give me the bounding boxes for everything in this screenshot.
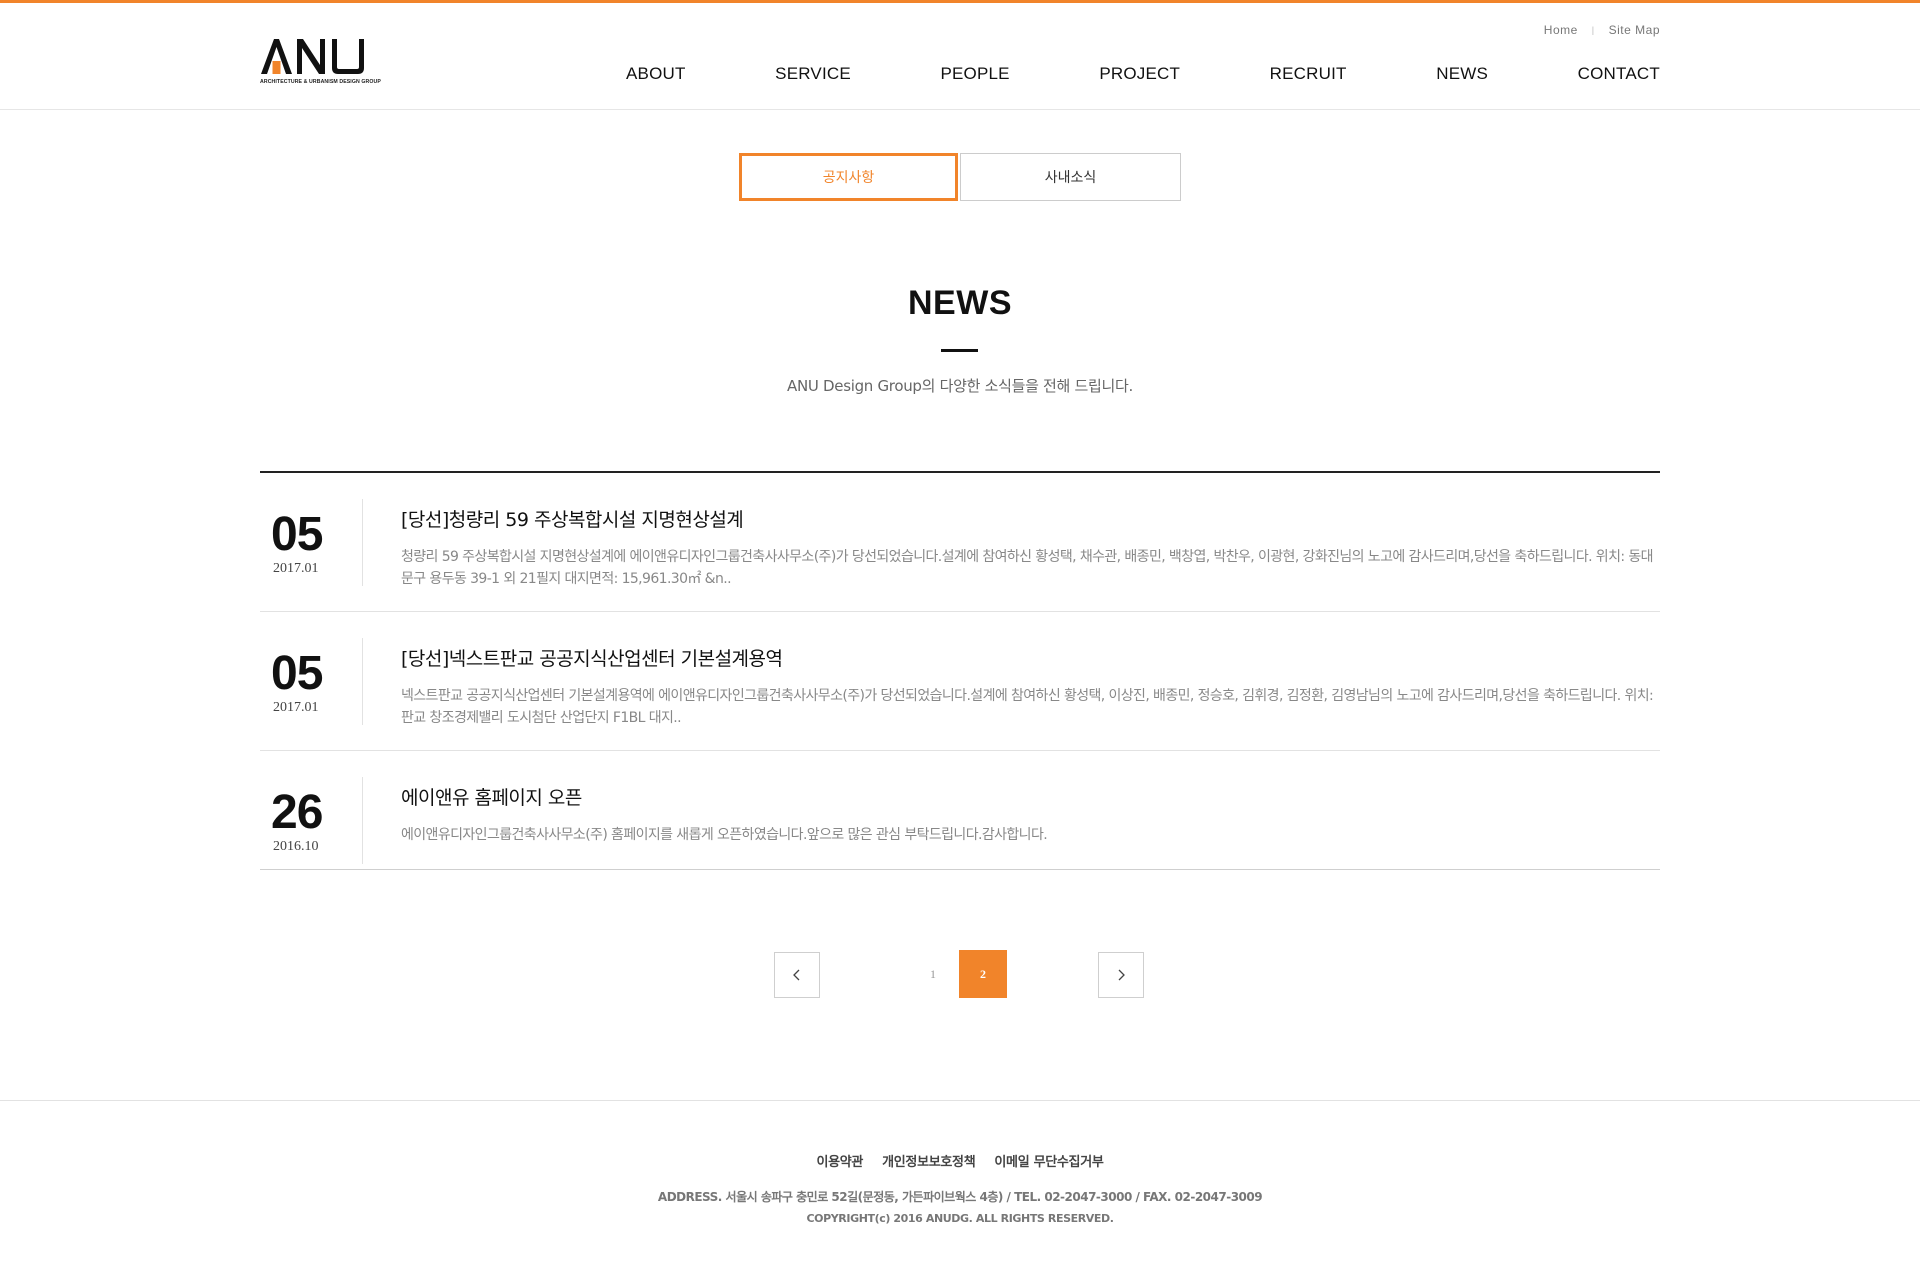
news-item[interactable]: 05 2017.01 [당선]넥스트판교 공공지식산업센터 기본설계용역 넥스트…	[260, 612, 1660, 751]
utility-links: Home | Site Map	[1544, 23, 1660, 37]
email-collection-refusal-link[interactable]: 이메일 무단수집거부	[994, 1151, 1103, 1170]
news-title[interactable]: [당선]청량리 59 주상복합시설 지명현상설계	[401, 505, 744, 532]
site-footer: 이용약관 개인정보보호정책 이메일 무단수집거부 ADDRESS. 서울시 송파…	[0, 1100, 1920, 1269]
news-date: 26 2016.10	[260, 777, 363, 864]
tab-notice[interactable]: 공지사항	[739, 153, 958, 201]
news-day: 05	[271, 647, 323, 700]
site-map-link[interactable]: Site Map	[1609, 23, 1660, 37]
chevron-right-icon	[1118, 969, 1125, 981]
news-date: 05 2017.01	[260, 638, 363, 725]
logo-subtitle: ARCHITECTURE & URBANISM DESIGN GROUP	[260, 79, 381, 85]
sub-tabs: 공지사항 사내소식	[739, 153, 1181, 201]
page-2-button[interactable]: 2	[959, 950, 1007, 998]
logo[interactable]: ARCHITECTURE & URBANISM DESIGN GROUP	[260, 37, 390, 87]
nav-item-service[interactable]: SERVICE	[775, 64, 851, 84]
utility-separator: |	[1591, 25, 1595, 35]
privacy-policy-link[interactable]: 개인정보보호정책	[882, 1151, 976, 1170]
nav-item-news[interactable]: NEWS	[1436, 64, 1488, 84]
news-year-month: 2017.01	[273, 700, 319, 715]
news-title[interactable]: 에이앤유 홈페이지 오픈	[401, 783, 582, 810]
chevron-left-icon	[793, 969, 800, 981]
news-list: 05 2017.01 [당선]청량리 59 주상복합시설 지명현상설계 청량리 …	[260, 471, 1660, 870]
anu-logo-mark	[261, 39, 364, 74]
main-nav: ABOUT SERVICE PEOPLE PROJECT RECRUIT NEW…	[626, 64, 1660, 84]
footer-links: 이용약관 개인정보보호정책 이메일 무단수집거부	[0, 1151, 1920, 1170]
news-year-month: 2016.10	[273, 839, 319, 854]
news-item[interactable]: 26 2016.10 에이앤유 홈페이지 오픈 에이앤유디자인그룹건축사사무소(…	[260, 751, 1660, 870]
page-title: NEWS	[908, 284, 1012, 322]
nav-item-about[interactable]: ABOUT	[626, 64, 686, 84]
tab-company-news[interactable]: 사내소식	[960, 153, 1181, 201]
news-item[interactable]: 05 2017.01 [당선]청량리 59 주상복합시설 지명현상설계 청량리 …	[260, 473, 1660, 612]
footer-address: ADDRESS. 서울시 송파구 충민로 52길(문정동, 가든파이브웍스 4층…	[657, 1190, 1263, 1204]
news-title[interactable]: [당선]넥스트판교 공공지식산업센터 기본설계용역	[401, 644, 783, 671]
nav-item-project[interactable]: PROJECT	[1099, 64, 1180, 84]
news-year-month: 2017.01	[273, 561, 319, 576]
news-day: 05	[271, 508, 323, 561]
nav-item-contact[interactable]: CONTACT	[1578, 64, 1660, 84]
news-date: 05 2017.01	[260, 499, 363, 586]
footer-copyright: COPYRIGHT(c) 2016 ANUDG. ALL RIGHTS RESE…	[806, 1212, 1114, 1225]
title-underline	[941, 349, 978, 352]
page-description: ANU Design Group의 다양한 소식들을 전해 드립니다.	[787, 377, 1133, 395]
news-summary: 에이앤유디자인그룹건축사사무소(주) 홈페이지를 새롭게 오픈하였습니다.앞으로…	[401, 827, 1048, 843]
terms-link[interactable]: 이용약관	[816, 1151, 863, 1170]
page-1-button[interactable]: 1	[909, 950, 957, 998]
nav-item-recruit[interactable]: RECRUIT	[1270, 64, 1347, 84]
news-day: 26	[271, 786, 323, 839]
next-page-button[interactable]	[1098, 952, 1144, 998]
news-summary: 청량리 59 주상복합시설 지명현상설계에 에이앤유디자인그룹건축사사무소(주)…	[401, 549, 1653, 587]
prev-page-button[interactable]	[774, 952, 820, 998]
site-header: ARCHITECTURE & URBANISM DESIGN GROUP Hom…	[0, 3, 1920, 110]
home-link[interactable]: Home	[1544, 23, 1578, 37]
news-summary: 넥스트판교 공공지식산업센터 기본설계용역에 에이앤유디자인그룹건축사사무소(주…	[401, 688, 1654, 726]
nav-item-people[interactable]: PEOPLE	[940, 64, 1009, 84]
